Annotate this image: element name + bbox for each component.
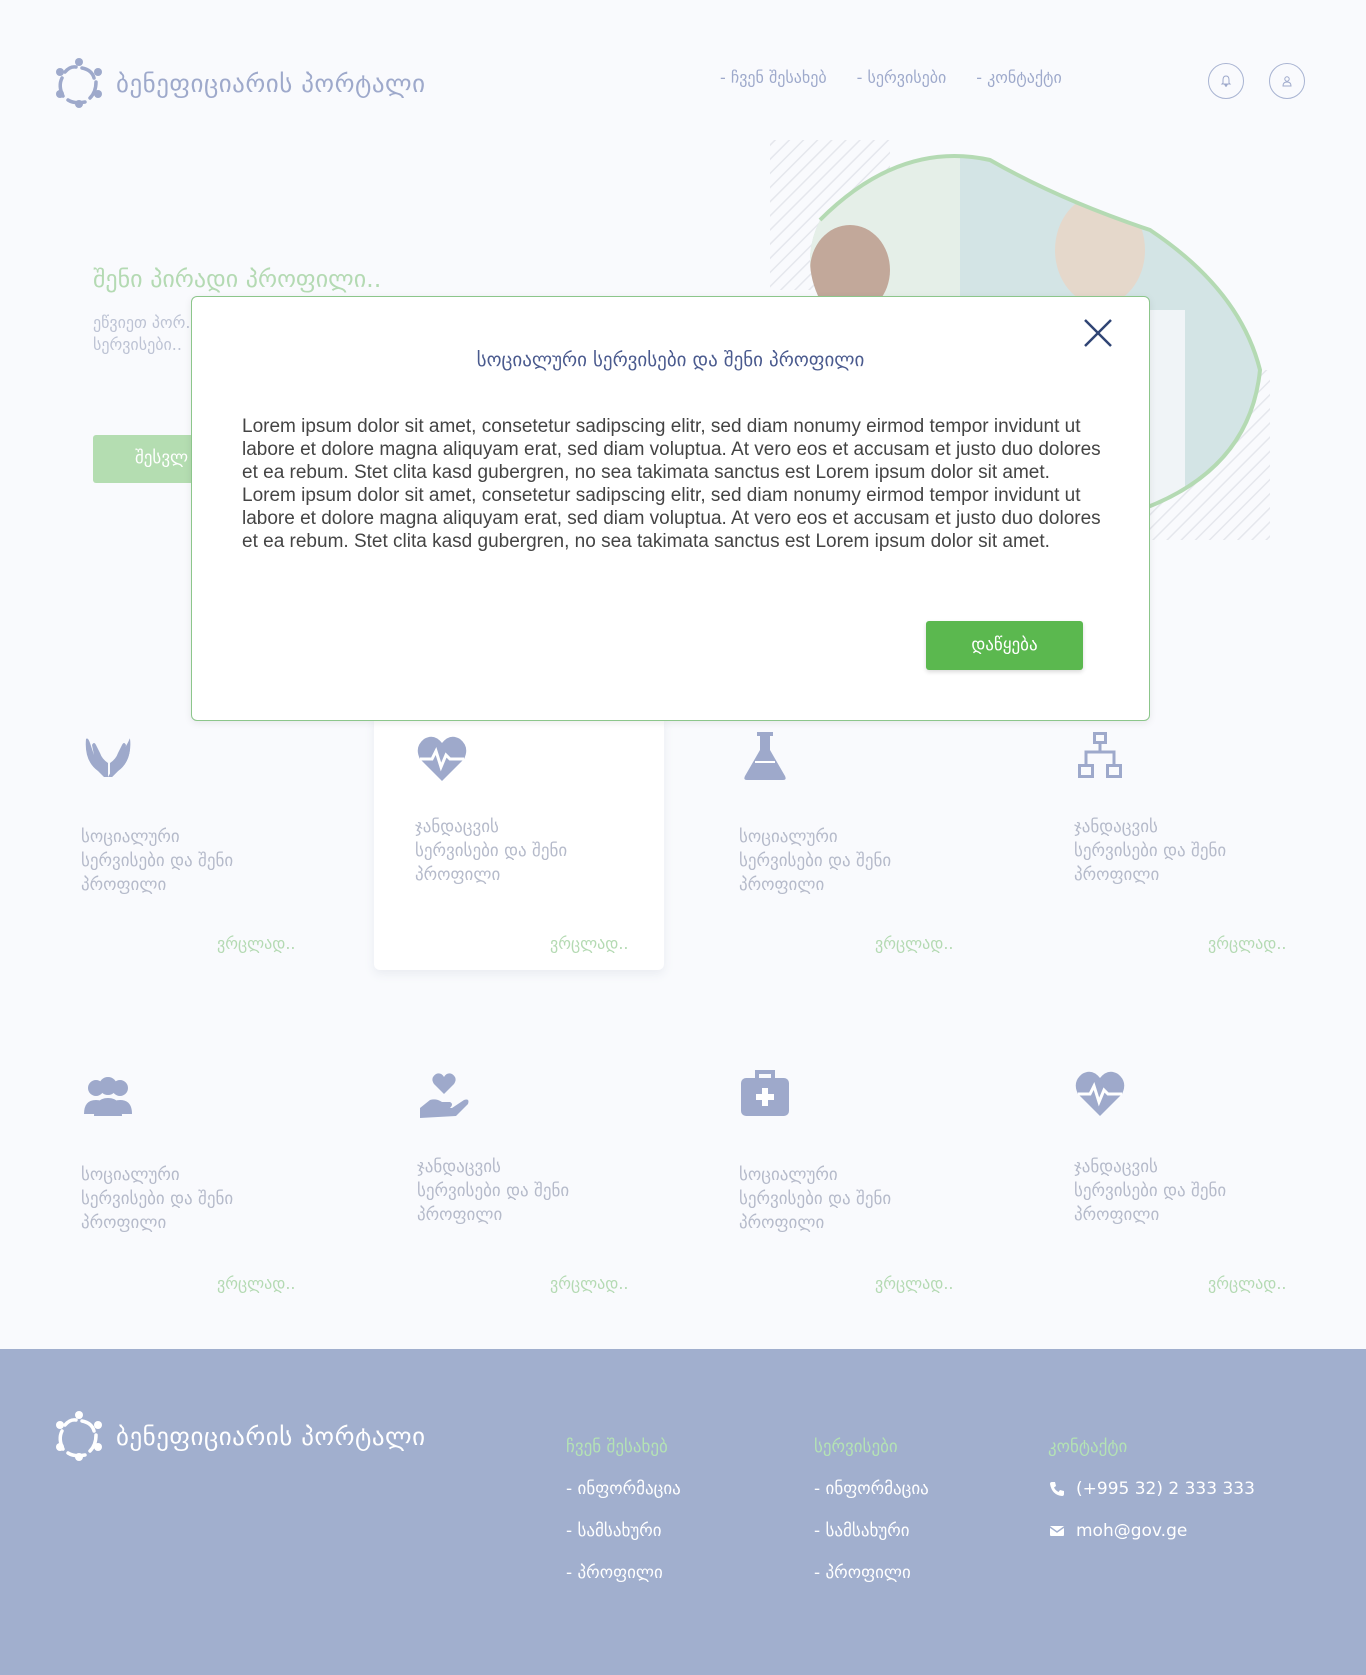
close-icon[interactable] <box>1082 317 1114 349</box>
modal-title: სოციალური სერვისები და შენი პროფილი <box>476 349 865 371</box>
info-modal: სოციალური სერვისები და შენი პროფილი Lore… <box>191 296 1150 721</box>
modal-start-button[interactable]: დაწყება <box>926 621 1083 670</box>
modal-backdrop[interactable] <box>0 0 1366 1675</box>
modal-body-text: Lorem ipsum dolor sit amet, consetetur s… <box>242 416 1101 552</box>
